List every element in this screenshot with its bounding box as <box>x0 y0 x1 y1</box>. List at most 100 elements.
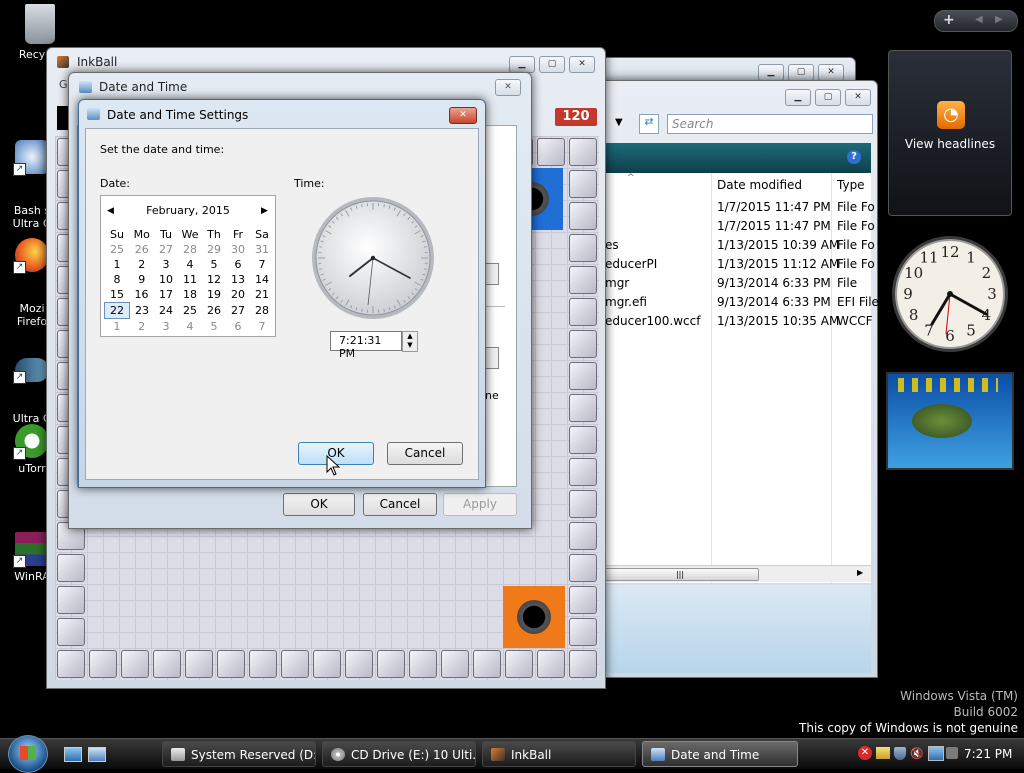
calendar[interactable]: ◀ February, 2015 ▶ SuMoTuWeThFrSa 252627… <box>100 195 276 337</box>
taskbar-button-system-reserved[interactable]: System Reserved (D:) <box>162 741 316 767</box>
calendar-day[interactable]: 2 <box>130 257 155 272</box>
calendar-day[interactable]: 6 <box>226 257 250 272</box>
minimize-button[interactable]: ▁ <box>509 56 535 73</box>
calendar-day[interactable]: 30 <box>226 242 250 257</box>
calendar-day[interactable]: 17 <box>154 287 178 303</box>
close-button[interactable]: ✕ <box>845 89 871 106</box>
add-gadget-button[interactable]: + <box>943 12 955 28</box>
calendar-day[interactable]: 24 <box>154 303 178 319</box>
spin-up-icon[interactable]: ▲ <box>403 332 417 341</box>
time-spinner[interactable]: ▲ ▼ <box>402 331 418 352</box>
calendar-day[interactable]: 29 <box>202 242 226 257</box>
file-row[interactable]: educer100.wccf1/13/2015 10:35 AMWCCF <box>599 312 869 331</box>
cancel-button[interactable]: Cancel <box>387 442 463 465</box>
file-row[interactable]: 1/7/2015 11:47 PMFile Fo <box>599 198 869 217</box>
calendar-day[interactable]: 28 <box>178 242 202 257</box>
maximize-button[interactable]: ▢ <box>815 89 841 106</box>
calendar-day[interactable]: 31 <box>250 242 274 257</box>
spin-down-icon[interactable]: ▼ <box>403 341 417 350</box>
apply-button[interactable]: Apply <box>443 493 517 516</box>
taskbar-clock[interactable]: 7:21 PM <box>964 747 1012 761</box>
calendar-day[interactable]: 26 <box>130 242 155 257</box>
calendar-day[interactable]: 3 <box>154 257 178 272</box>
close-button[interactable]: ✕ <box>569 56 595 73</box>
close-button[interactable]: ✕ <box>495 79 521 96</box>
calendar-day[interactable]: 18 <box>178 287 202 303</box>
previous-gadget-button[interactable]: ◀ <box>975 14 983 25</box>
calendar-day[interactable]: 20 <box>226 287 250 303</box>
calendar-day[interactable]: 2 <box>130 319 155 335</box>
menu-item-game[interactable]: G <box>59 78 68 91</box>
calendar-day[interactable]: 5 <box>202 319 226 335</box>
cancel-button[interactable]: Cancel <box>363 493 437 516</box>
explorer-window[interactable]: ▁ ▢ ✕ ▼ ⇄ Search ? Date modified Type ^ … <box>598 80 878 678</box>
calendar-day[interactable]: 13 <box>226 272 250 287</box>
minimize-button[interactable]: ▁ <box>785 89 811 106</box>
calendar-day[interactable]: 23 <box>130 303 155 319</box>
scrollbar-thumb[interactable]: ||| <box>601 568 759 581</box>
file-row[interactable]: 1/7/2015 11:47 PMFile Fo <box>599 217 869 236</box>
calendar-day[interactable]: 27 <box>154 242 178 257</box>
calendar-day[interactable]: 12 <box>202 272 226 287</box>
windows-defender-icon[interactable] <box>894 747 906 760</box>
calendar-day[interactable]: 9 <box>130 272 155 287</box>
file-row[interactable]: mgr9/13/2014 6:33 PMFile <box>599 274 869 293</box>
calendar-month-title[interactable]: February, 2015 <box>101 204 275 217</box>
address-dropdown-icon[interactable]: ▼ <box>615 117 623 128</box>
maximize-button[interactable]: ▢ <box>539 56 565 73</box>
calendar-day[interactable]: 25 <box>178 303 202 319</box>
security-alert-icon[interactable]: ✕ <box>858 746 872 760</box>
slideshow-gadget[interactable] <box>886 372 1014 470</box>
calendar-day[interactable]: 19 <box>202 287 226 303</box>
file-row[interactable]: educerPI1/13/2015 11:12 AMFile Fo <box>599 255 869 274</box>
calendar-day[interactable]: 16 <box>130 287 155 303</box>
calendar-day-selected[interactable]: 22 <box>105 303 130 319</box>
file-row[interactable]: es1/13/2015 10:39 AMFile Fo <box>599 236 869 255</box>
calendar-day[interactable]: 1 <box>105 319 130 335</box>
calendar-day[interactable]: 3 <box>154 319 178 335</box>
date-time-settings-dialog[interactable]: Date and Time Settings ✕ Set the date an… <box>78 99 486 488</box>
show-desktop-icon[interactable] <box>64 747 82 762</box>
column-header-type[interactable]: Type <box>837 178 865 192</box>
calendar-day[interactable]: 11 <box>178 272 202 287</box>
help-icon[interactable]: ? <box>847 150 861 164</box>
taskbar-button-cd-drive[interactable]: CD Drive (E:) 10 Ulti... <box>322 741 476 767</box>
calendar-day[interactable]: 6 <box>226 319 250 335</box>
switch-windows-icon[interactable] <box>88 747 106 762</box>
minimize-button[interactable]: ▁ <box>758 64 784 81</box>
calendar-day[interactable]: 28 <box>250 303 274 319</box>
calendar-day[interactable]: 1 <box>105 257 130 272</box>
taskbar-button-date-time[interactable]: Date and Time <box>642 741 798 767</box>
network-icon[interactable] <box>928 746 944 761</box>
volume-muted-icon[interactable]: 🔇 <box>910 747 924 760</box>
horizontal-scrollbar[interactable]: ||| ▶ <box>599 565 871 582</box>
safely-remove-icon[interactable] <box>876 747 890 759</box>
refresh-icon[interactable]: ⇄ <box>639 114 659 134</box>
ok-button[interactable]: OK <box>283 493 355 516</box>
next-gadget-button[interactable]: ▶ <box>995 14 1003 25</box>
calendar-day[interactable]: 14 <box>250 272 274 287</box>
feed-headlines-gadget[interactable]: ◔ View headlines <box>888 50 1012 216</box>
calendar-day[interactable]: 7 <box>250 257 274 272</box>
maximize-button[interactable]: ▢ <box>788 64 814 81</box>
power-icon[interactable] <box>946 747 958 759</box>
column-header-date[interactable]: Date modified <box>717 178 802 192</box>
calendar-day[interactable]: 4 <box>178 319 202 335</box>
search-input[interactable]: Search <box>667 114 873 134</box>
file-row[interactable]: mgr.efi9/13/2014 6:33 PMEFI File <box>599 293 869 312</box>
calendar-day[interactable]: 25 <box>105 242 130 257</box>
taskbar-button-inkball[interactable]: InkBall <box>482 741 636 767</box>
calendar-day[interactable]: 15 <box>105 287 130 303</box>
close-button[interactable]: ✕ <box>818 64 844 81</box>
close-button[interactable]: ✕ <box>449 107 477 124</box>
calendar-day[interactable]: 7 <box>250 319 274 335</box>
calendar-day[interactable]: 26 <box>202 303 226 319</box>
start-button[interactable] <box>8 735 48 773</box>
calendar-day[interactable]: 21 <box>250 287 274 303</box>
calendar-day[interactable]: 10 <box>154 272 178 287</box>
calendar-day[interactable]: 5 <box>202 257 226 272</box>
calendar-day[interactable]: 27 <box>226 303 250 319</box>
calendar-day[interactable]: 4 <box>178 257 202 272</box>
calendar-day[interactable]: 8 <box>105 272 130 287</box>
scroll-right-icon[interactable]: ▶ <box>857 568 863 577</box>
